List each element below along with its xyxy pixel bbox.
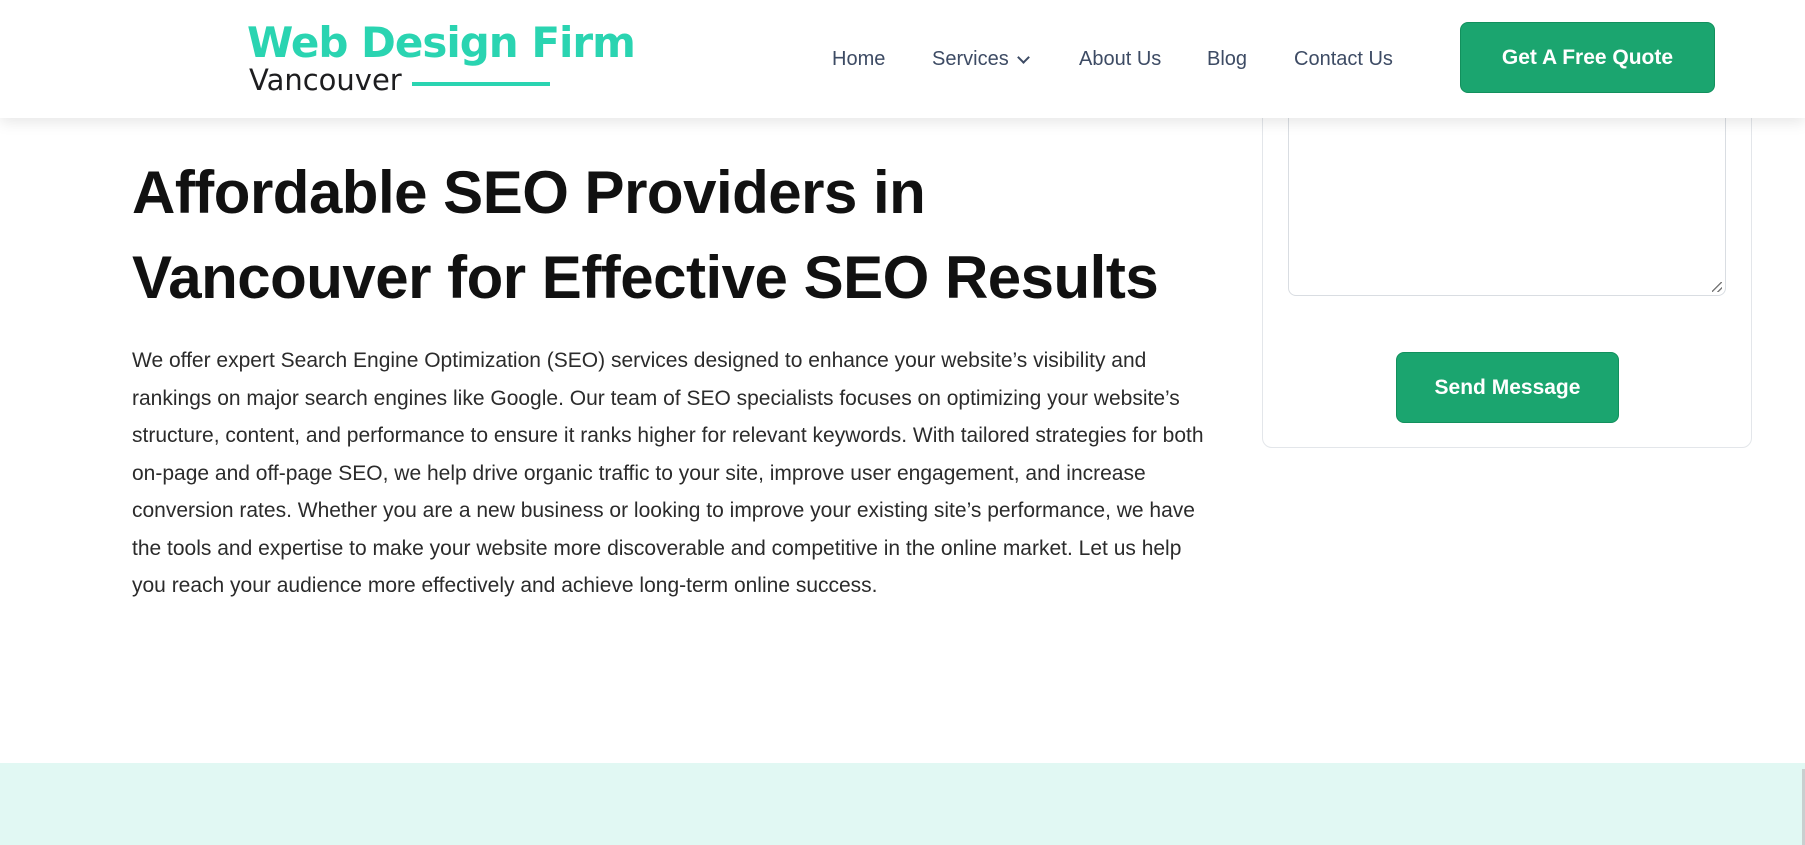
chevron-down-icon <box>1016 51 1030 64</box>
page: Web Design Firm Vancouver Home Services … <box>0 0 1805 845</box>
nav-item-home[interactable]: Home <box>832 44 885 74</box>
site-logo[interactable]: Web Design Firm Vancouver <box>247 22 636 97</box>
nav-item-blog[interactable]: Blog <box>1207 44 1247 74</box>
logo-wordmark-top: Web Design Firm <box>247 18 636 67</box>
intro-paragraph: We offer expert Search Engine Optimizati… <box>132 349 1204 597</box>
next-section-band <box>0 763 1805 845</box>
nav-item-services-label: Services <box>932 48 1009 70</box>
send-message-button[interactable]: Send Message <box>1396 352 1619 423</box>
page-title: Affordable SEO Providers in Vancouver fo… <box>132 159 1159 311</box>
nav-item-contact-us[interactable]: Contact Us <box>1294 44 1393 74</box>
logo-underline <box>412 82 550 86</box>
logo-wordmark-bottom: Vancouver <box>249 63 402 97</box>
get-free-quote-button[interactable]: Get A Free Quote <box>1460 22 1715 93</box>
nav-item-about-us[interactable]: About Us <box>1079 44 1161 74</box>
nav-item-services[interactable]: Services <box>932 44 1030 74</box>
site-header: Web Design Firm Vancouver Home Services … <box>0 0 1805 118</box>
